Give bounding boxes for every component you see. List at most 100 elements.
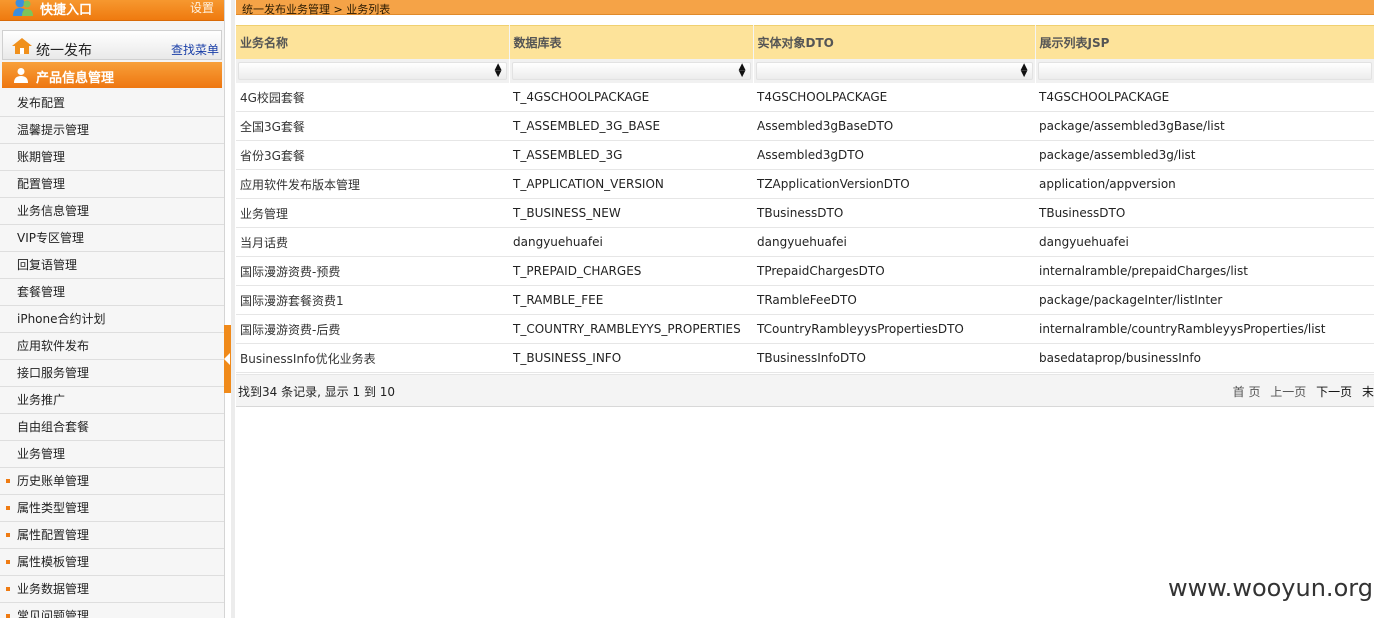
watermark: www.wooyun.org <box>1168 574 1373 602</box>
sidebar-menu-item[interactable]: 账期管理 <box>0 144 224 171</box>
table-cell: 国际漫游资费-后费 <box>236 314 509 344</box>
sidebar-menu-label: 自由组合套餐 <box>17 420 90 434</box>
settings-link[interactable]: 设置 <box>190 0 214 16</box>
breadcrumb: 统一发布业务管理 > 业务列表 <box>236 0 1374 16</box>
bullet-icon <box>6 560 10 564</box>
table-cell: 省份3G套餐 <box>236 140 509 170</box>
column-header[interactable]: 数据库表 <box>509 25 754 59</box>
table-row[interactable]: 当月话费 dangyuehuafei dangyuehuafei dangyuehua… <box>236 227 1374 257</box>
table-cell: T_RAMBLE_FEE <box>509 285 753 315</box>
sidebar-menu-item[interactable]: 属性模板管理 <box>0 549 224 576</box>
table-cell: internalramble/countryRambleyysPropertie… <box>1035 314 1374 344</box>
business-table: 业务名称 数据库表 实体对象DTO 展示列表JSP ▲ ▼ ▲ ▼ ▲ ▼ 4G校园套… <box>236 25 1374 373</box>
find-menu-link[interactable]: 查找菜单 <box>171 41 219 58</box>
table-row[interactable]: 业务管理 T_BUSINESS_NEW TBusinessDTO TBusinessD… <box>236 198 1374 228</box>
table-row[interactable]: 国际漫游套餐资费1 T_RAMBLE_FEE TRambleFeeDTO packag… <box>236 285 1374 315</box>
table-row[interactable]: 国际漫游资费-预费 T_PREPAID_CHARGES TPrepaidCharge… <box>236 256 1374 286</box>
sidebar-menu-label: 历史账单管理 <box>17 474 90 488</box>
table-row[interactable]: 省份3G套餐 T_ASSEMBLED_3G Assembled3gDTO packag… <box>236 140 1374 170</box>
sidebar-menu-label: 套餐管理 <box>17 285 66 299</box>
sidebar: 快捷入口 设置 统一发布 查找菜单 产品信息管理 发布配置温馨提示管理账期管理配… <box>0 0 225 618</box>
bullet-icon <box>6 479 10 483</box>
table-cell: 国际漫游套餐资费1 <box>236 285 509 315</box>
quick-entry-title: 快捷入口 <box>40 3 93 18</box>
table-cell: 全国3G套餐 <box>236 111 509 141</box>
sidebar-collapse-handle[interactable] <box>224 325 231 393</box>
product-info-header[interactable]: 产品信息管理 <box>2 62 222 88</box>
table-row[interactable]: 全国3G套餐 T_ASSEMBLED_3G_BASE Assembled3gBase… <box>236 111 1374 141</box>
table-cell: T_BUSINESS_INFO <box>509 343 753 373</box>
filter-row: ▲ ▼ ▲ ▼ ▲ ▼ <box>236 59 1374 83</box>
pager-nav: 首 页 上一页 下一页 末 <box>1227 383 1374 400</box>
table-cell: dangyuehuafei <box>509 227 753 257</box>
sidebar-menu-item[interactable]: 配置管理 <box>0 171 224 198</box>
filter-input-jsp[interactable] <box>1037 62 1372 80</box>
table-cell: Assembled3gBaseDTO <box>753 111 1035 141</box>
filter-select-name[interactable]: ▲ ▼ <box>238 62 507 80</box>
sidebar-menu-label: 常见问题管理 <box>17 609 90 618</box>
table-cell: 国际漫游资费-预费 <box>236 256 509 286</box>
table-cell: T_PREPAID_CHARGES <box>509 256 753 286</box>
publish-header: 统一发布 查找菜单 <box>2 30 222 60</box>
sidebar-menu-item[interactable]: 属性类型管理 <box>0 495 224 522</box>
bullet-icon <box>6 614 10 618</box>
table-cell: 4G校园套餐 <box>236 83 509 112</box>
sidebar-menu-item[interactable]: 业务数据管理 <box>0 576 224 603</box>
sidebar-menu-item[interactable]: 回复语管理 <box>0 252 224 279</box>
table-cell: T4GSCHOOLPACKAGE <box>753 83 1035 112</box>
filter-select-dto[interactable]: ▲ ▼ <box>755 62 1033 80</box>
table-cell: TRambleFeeDTO <box>753 285 1035 315</box>
sidebar-menu-item[interactable]: 发布配置 <box>0 90 224 117</box>
column-header[interactable]: 实体对象DTO <box>753 25 1036 59</box>
table-cell: 应用软件发布版本管理 <box>236 169 509 199</box>
table-cell: dangyuehuafei <box>1035 227 1374 257</box>
table-cell: T_ASSEMBLED_3G <box>509 140 753 170</box>
sidebar-menu-label: 温馨提示管理 <box>17 123 90 137</box>
publish-title: 统一发布 <box>36 43 92 59</box>
divider <box>231 0 235 618</box>
sidebar-menu-item[interactable]: 套餐管理 <box>0 279 224 306</box>
bullet-icon <box>6 506 10 510</box>
sidebar-menu-item[interactable]: 业务管理 <box>0 441 224 468</box>
column-header[interactable]: 业务名称 <box>236 25 510 59</box>
table-cell: T_ASSEMBLED_3G_BASE <box>509 111 753 141</box>
sidebar-menu-item[interactable]: 温馨提示管理 <box>0 117 224 144</box>
select-arrows-icon: ▲ ▼ <box>1020 62 1028 79</box>
table-row[interactable]: 4G校园套餐 T_4GSCHOOLPACKAGE T4GSCHOOLPACKAGE T… <box>236 83 1374 112</box>
table-cell: T4GSCHOOLPACKAGE <box>1035 83 1374 112</box>
sidebar-menu-item[interactable]: VIP专区管理 <box>0 225 224 252</box>
next-page-link[interactable]: 下一页 <box>1316 385 1352 399</box>
filter-select-table[interactable]: ▲ ▼ <box>511 62 751 80</box>
sidebar-menu-item[interactable]: 历史账单管理 <box>0 468 224 495</box>
bullet-icon <box>6 587 10 591</box>
table-cell: TCountryRambleyysPropertiesDTO <box>753 314 1035 344</box>
sidebar-menu-item[interactable]: 接口服务管理 <box>0 360 224 387</box>
sidebar-menu-item[interactable]: 自由组合套餐 <box>0 414 224 441</box>
table-cell: TPrepaidChargesDTO <box>753 256 1035 286</box>
table-cell: TBusinessDTO <box>1035 198 1374 228</box>
sidebar-menu-item[interactable]: 业务信息管理 <box>0 198 224 225</box>
home-icon <box>12 38 32 54</box>
sidebar-menu-item[interactable]: 业务推广 <box>0 387 224 414</box>
users-icon <box>13 0 33 16</box>
table-cell: T_APPLICATION_VERSION <box>509 169 753 199</box>
table-cell: BusinessInfo优化业务表 <box>236 343 509 373</box>
prev-page-link[interactable]: 上一页 <box>1270 385 1306 399</box>
sidebar-menu-label: 属性配置管理 <box>17 528 90 542</box>
sidebar-menu-item[interactable]: 属性配置管理 <box>0 522 224 549</box>
table-cell: package/assembled3gBase/list <box>1035 111 1374 141</box>
column-header[interactable]: 展示列表JSP <box>1035 25 1374 59</box>
bullet-icon <box>6 533 10 537</box>
person-icon <box>14 68 28 83</box>
first-page-link[interactable]: 首 页 <box>1233 385 1261 399</box>
sidebar-menu-label: 业务信息管理 <box>17 204 90 218</box>
table-cell: basedataprop/businessInfo <box>1035 343 1374 373</box>
sidebar-menu-item[interactable]: iPhone合约计划 <box>0 306 224 333</box>
sidebar-menu-label: 属性类型管理 <box>17 501 90 515</box>
last-page-link[interactable]: 末 <box>1362 385 1374 399</box>
table-row[interactable]: 国际漫游资费-后费 T_COUNTRY_RAMBLEYYS_PROPERTIES T… <box>236 314 1374 344</box>
sidebar-menu-item[interactable]: 常见问题管理 <box>0 603 224 618</box>
table-row[interactable]: BusinessInfo优化业务表 T_BUSINESS_INFO TBusines… <box>236 343 1374 373</box>
sidebar-menu-item[interactable]: 应用软件发布 <box>0 333 224 360</box>
table-row[interactable]: 应用软件发布版本管理 T_APPLICATION_VERSION TZApplica… <box>236 169 1374 199</box>
